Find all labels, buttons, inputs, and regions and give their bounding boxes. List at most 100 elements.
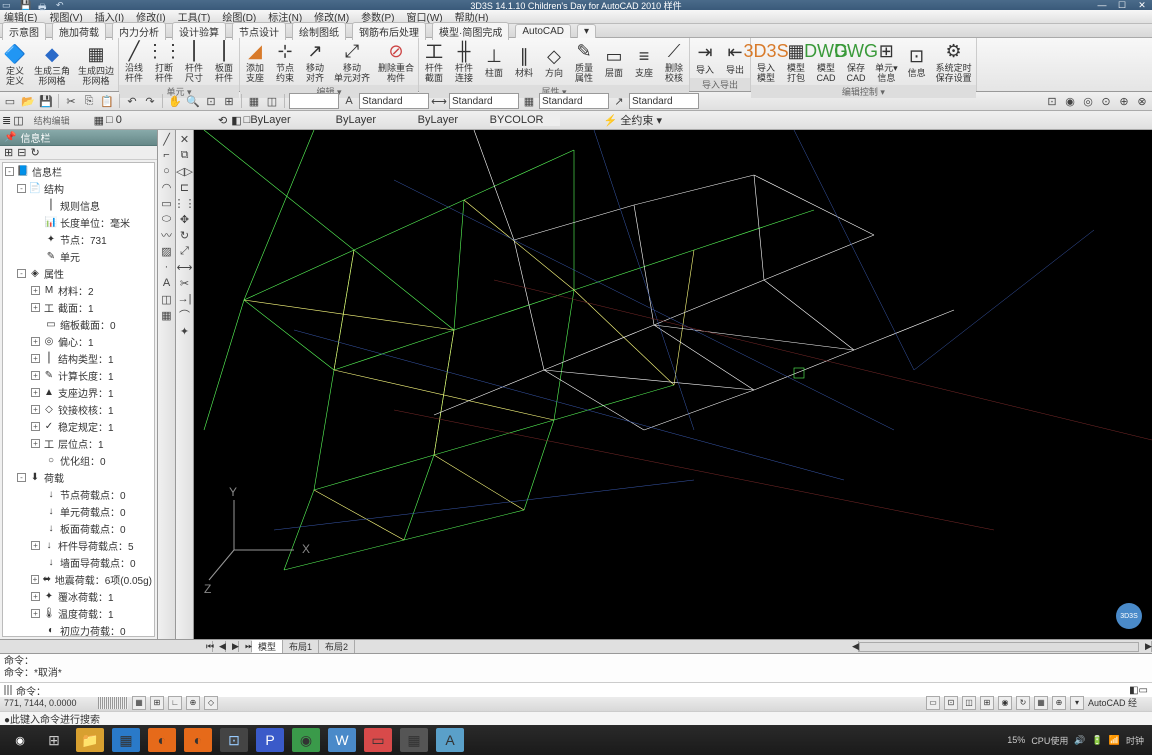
ribbon-button[interactable]: ⊹节点约束 xyxy=(270,38,300,85)
dim-style-combo[interactable]: Standard xyxy=(449,93,519,109)
erase-icon[interactable]: ✕ xyxy=(178,132,192,146)
tree-item[interactable]: 📊长度单位：毫米 xyxy=(3,214,154,231)
mleader-style-combo[interactable]: Standard xyxy=(629,93,699,109)
expand-icon[interactable]: + xyxy=(31,337,40,346)
expand-icon[interactable]: + xyxy=(31,575,39,584)
tree-tool-icon[interactable]: ⊞ xyxy=(4,146,13,159)
view-icon[interactable]: ⊕ xyxy=(1116,93,1132,109)
ribbon-button[interactable]: ⊘删除重合构件 xyxy=(374,38,418,85)
autocad-icon[interactable]: A xyxy=(436,728,464,752)
expand-icon[interactable]: - xyxy=(17,184,26,193)
line-icon[interactable]: ╱ xyxy=(160,132,174,146)
pan-icon[interactable]: ✋ xyxy=(167,93,183,109)
app-icon[interactable]: P xyxy=(256,728,284,752)
mleader-icon[interactable]: ↗ xyxy=(611,93,627,109)
info-tree[interactable]: -📘信息栏-📄结构⎮规则信息📊长度单位：毫米✦节点：731✎单元-◈属性+M材料… xyxy=(2,162,155,637)
hscroll-left-icon[interactable]: ◀ xyxy=(846,641,859,652)
table-icon[interactable]: ▦ xyxy=(160,308,174,322)
viewport-badge[interactable]: 3D3S xyxy=(1116,603,1142,629)
trim-icon[interactable]: ✂ xyxy=(178,276,192,290)
ribbon-button[interactable]: ⟋删除校核 xyxy=(659,38,689,85)
cut-icon[interactable]: ✂ xyxy=(63,93,79,109)
tab-last-icon[interactable]: ⏭ xyxy=(239,641,252,652)
expand-icon[interactable]: + xyxy=(31,388,40,397)
expand-icon[interactable]: + xyxy=(31,371,40,380)
ribbon-button[interactable]: ◇方向 xyxy=(539,43,569,80)
tree-item[interactable]: +工层位点：1 xyxy=(3,435,154,452)
ortho-button[interactable]: ∟ xyxy=(168,696,182,710)
tree-item[interactable]: ⎮规则信息 xyxy=(3,197,154,214)
ribbon-button[interactable]: ╫杆件连接 xyxy=(449,38,479,85)
scale-icon[interactable]: ⤢ xyxy=(178,244,192,258)
tree-item[interactable]: +◇铰接校核：1 xyxy=(3,401,154,418)
view-icon[interactable]: ⊗ xyxy=(1134,93,1150,109)
tab-diagram[interactable]: 示意图 xyxy=(2,22,46,40)
tree-item[interactable]: ▭缩板截面：0 xyxy=(3,316,154,333)
app-icon[interactable]: ◉ xyxy=(292,728,320,752)
tree-item[interactable]: ✦节点：731 xyxy=(3,231,154,248)
tree-item[interactable]: ↓板面荷载点：0 xyxy=(3,520,154,537)
explode-icon[interactable]: ✦ xyxy=(178,324,192,338)
expand-icon[interactable]: + xyxy=(31,405,40,414)
ribbon-button[interactable]: ⎮杆件尺寸 xyxy=(179,38,209,85)
tab-loads[interactable]: 施加荷载 xyxy=(52,22,106,40)
status-icon[interactable]: ↻ xyxy=(1016,696,1030,710)
hscrollbar[interactable] xyxy=(859,642,1139,652)
status-icon[interactable]: ▾ xyxy=(1070,696,1084,710)
undo-icon[interactable]: ↶ xyxy=(124,93,140,109)
ribbon-button[interactable]: ◆生成三角形网格 xyxy=(30,41,74,88)
spline-icon[interactable]: 〰 xyxy=(160,228,174,242)
style-icon[interactable]: A xyxy=(341,93,357,109)
tab-design[interactable]: 设计验算 xyxy=(172,22,226,40)
ribbon-button[interactable]: 3D3S导入模型 xyxy=(751,38,781,85)
ribbon-button[interactable]: ⎮板面杆件 xyxy=(209,38,239,85)
app-icon[interactable]: W xyxy=(328,728,356,752)
view-icon[interactable]: ⊙ xyxy=(1098,93,1114,109)
expand-icon[interactable]: - xyxy=(17,269,26,278)
ribbon-button[interactable]: ⊡信息 xyxy=(902,43,932,80)
app-icon[interactable]: ▦ xyxy=(112,728,140,752)
text-icon[interactable]: A xyxy=(160,276,174,290)
tree-item[interactable]: +▲支座边界：1 xyxy=(3,384,154,401)
ribbon-button[interactable]: ⤢移动单元对齐 xyxy=(330,38,374,85)
zoom-extents-icon[interactable]: ⊞ xyxy=(221,93,237,109)
zoom-window-icon[interactable]: ⊡ xyxy=(203,93,219,109)
ribbon-button[interactable]: DWG保存CAD xyxy=(841,38,871,85)
ribbon-button[interactable]: ▭层面 xyxy=(599,43,629,80)
tray-clock[interactable]: 时钟 xyxy=(1126,734,1144,747)
qat-open-icon[interactable]: ▭ xyxy=(2,0,16,10)
tool-icon[interactable]: ◫ xyxy=(264,93,280,109)
tree-item[interactable]: ↓节点荷载点：0 xyxy=(3,486,154,503)
tree-tool-icon[interactable]: ⊟ xyxy=(17,146,26,159)
ribbon-button[interactable]: ≡支座 xyxy=(629,43,659,80)
tree-item[interactable]: ✎单元 xyxy=(3,248,154,265)
status-icon[interactable]: ▦ xyxy=(1034,696,1048,710)
expand-icon[interactable]: - xyxy=(17,473,26,482)
hatch-icon[interactable]: ▨ xyxy=(160,244,174,258)
tab-rebar[interactable]: 钢筋布后处理 xyxy=(352,22,426,40)
tree-item[interactable]: +✦覆冰荷载：1 xyxy=(3,588,154,605)
ribbon-button[interactable]: ⋮⋮打断杆件 xyxy=(149,38,179,85)
tree-item[interactable]: +✓稳定规定：1 xyxy=(3,418,154,435)
tab-nodes[interactable]: 节点设计 xyxy=(232,22,286,40)
polyline-icon[interactable]: ⌐ xyxy=(160,148,174,162)
tab-model[interactable]: 模型 xyxy=(252,640,283,653)
tree-tool-icon[interactable]: ↻ xyxy=(30,146,39,159)
status-icon[interactable]: ⊞ xyxy=(980,696,994,710)
view-icon[interactable]: ⊡ xyxy=(1044,93,1060,109)
close-button[interactable]: ✕ xyxy=(1132,0,1152,11)
firefox-icon[interactable]: ◐ xyxy=(148,728,176,752)
explorer-icon[interactable]: 📁 xyxy=(76,728,104,752)
cmd-tool-icon[interactable]: ◧ xyxy=(1129,685,1138,696)
start-button[interactable]: ◉ xyxy=(8,728,32,752)
app-icon[interactable]: ▦ xyxy=(400,728,428,752)
tree-item[interactable]: +✎计算长度：1 xyxy=(3,367,154,384)
firefox-icon[interactable]: ◐ xyxy=(184,728,212,752)
point-icon[interactable]: · xyxy=(160,260,174,274)
ribbon-button[interactable]: 🔷定义定义 xyxy=(0,41,30,88)
constraint-combo[interactable]: ⚡ 全约束 ▾ xyxy=(604,112,674,128)
grip-icon[interactable] xyxy=(4,685,12,695)
circle-icon[interactable]: ○ xyxy=(160,164,174,178)
status-icon[interactable]: ▭ xyxy=(926,696,940,710)
tree-item[interactable]: ↓单元荷载点：0 xyxy=(3,503,154,520)
